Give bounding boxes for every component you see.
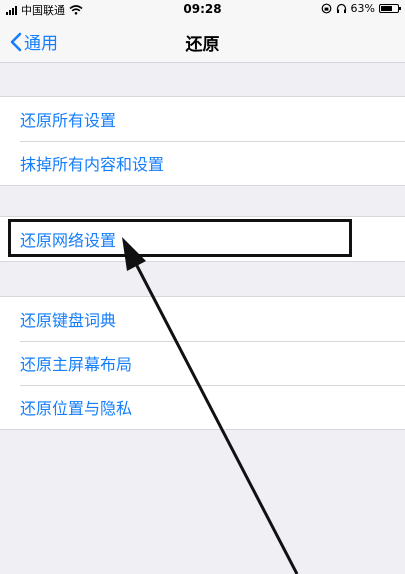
annotation-arrow	[122, 237, 299, 574]
